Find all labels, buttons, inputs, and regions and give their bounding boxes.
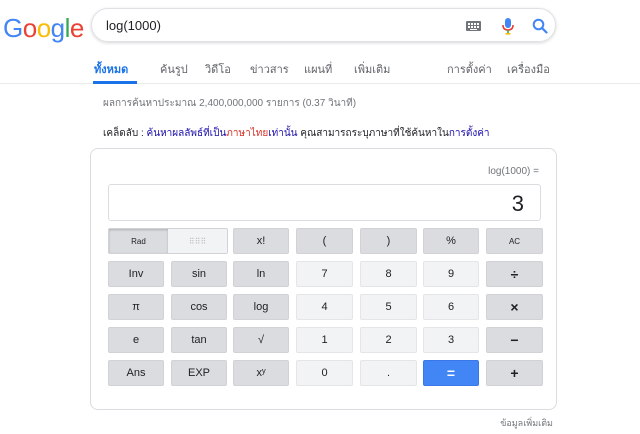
google-logo[interactable]: Google: [3, 13, 84, 44]
calc-display: 3: [108, 184, 541, 221]
tip-settings-link[interactable]: การตั้งค่า: [449, 128, 490, 139]
power-button[interactable]: xʸ: [233, 360, 289, 386]
tab-more[interactable]: เพิ่มเติม: [354, 60, 390, 78]
all-clear-button[interactable]: AC: [486, 228, 543, 254]
multiply-button[interactable]: ×: [486, 294, 543, 320]
tab-settings[interactable]: การตั้งค่า: [447, 60, 492, 78]
calc-expression: log(1000) =: [488, 166, 539, 177]
rparen-button[interactable]: ): [360, 228, 417, 254]
sin-button[interactable]: sin: [171, 261, 227, 287]
logo-letter: e: [69, 13, 84, 43]
search-input[interactable]: [106, 16, 466, 34]
digit-8-button[interactable]: 8: [360, 261, 417, 287]
decimal-button[interactable]: .: [360, 360, 417, 386]
e-button[interactable]: e: [108, 327, 164, 353]
language-tip: เคล็ดลับ : ค้นหาผลลัพธ์ที่เป็นภาษาไทยเท่…: [103, 126, 490, 141]
lparen-button[interactable]: (: [296, 228, 353, 254]
pi-button[interactable]: π: [108, 294, 164, 320]
equals-button[interactable]: =: [423, 360, 479, 386]
calc-result: 3: [511, 191, 524, 216]
tab-videos[interactable]: วิดีโอ: [205, 60, 231, 78]
digit-9-button[interactable]: 9: [423, 261, 479, 287]
logo-letter: o: [36, 13, 51, 43]
tip-link-lang[interactable]: ค้นหาผลลัพธ์ที่เป็นภาษาไทยเท่านั้น: [147, 128, 298, 139]
keyboard-icon[interactable]: [466, 21, 481, 31]
tip-link-text: ค้นหาผลลัพธ์ที่เป็น: [146, 128, 227, 139]
divide-button[interactable]: ÷: [486, 261, 543, 287]
calculator-card: log(1000) = 3 Rad ⠿⠿⠿ x! ( ) % AC Inv si…: [90, 148, 557, 410]
tip-lang: ภาษาไทย: [226, 128, 269, 139]
logo-letter: o: [22, 13, 37, 43]
ans-button[interactable]: Ans: [108, 360, 164, 386]
search-icon[interactable]: [532, 18, 548, 34]
more-info-link[interactable]: ข้อมูลเพิ่มเติม: [500, 416, 553, 430]
log-button[interactable]: log: [233, 294, 289, 320]
digit-3-button[interactable]: 3: [423, 327, 479, 353]
digit-4-button[interactable]: 4: [296, 294, 353, 320]
search-box[interactable]: [91, 8, 556, 42]
mic-icon[interactable]: [502, 18, 514, 35]
digit-1-button[interactable]: 1: [296, 327, 353, 353]
percent-button[interactable]: %: [423, 228, 479, 254]
minus-button[interactable]: −: [486, 327, 543, 353]
digit-6-button[interactable]: 6: [423, 294, 479, 320]
deg-button[interactable]: ⠿⠿⠿: [168, 229, 227, 253]
tab-images[interactable]: ค้นรูป: [160, 60, 188, 78]
rad-button[interactable]: Rad: [109, 229, 168, 253]
tab-maps[interactable]: แผนที่: [304, 60, 332, 78]
header: Google ทั้งหมด ค้นรูป วิดีโอ ข่าวสาร แผน…: [0, 0, 640, 84]
factorial-button[interactable]: x!: [233, 228, 289, 254]
tip-middle: คุณสามารถระบุภาษาที่ใช้ค้นหาใน: [297, 128, 449, 139]
search-tabs: ทั้งหมด ค้นรูป วิดีโอ ข่าวสาร แผนที่ เพิ…: [0, 56, 640, 84]
tab-all[interactable]: ทั้งหมด: [94, 60, 128, 78]
tan-button[interactable]: tan: [171, 327, 227, 353]
logo-letter: G: [3, 13, 23, 43]
digit-7-button[interactable]: 7: [296, 261, 353, 287]
digit-5-button[interactable]: 5: [360, 294, 417, 320]
digit-2-button[interactable]: 2: [360, 327, 417, 353]
logo-letter: g: [50, 13, 65, 43]
plus-button[interactable]: +: [486, 360, 543, 386]
sqrt-button[interactable]: √: [233, 327, 289, 353]
tab-tools[interactable]: เครื่องมือ: [507, 60, 550, 78]
angle-mode-toggle[interactable]: Rad ⠿⠿⠿: [108, 228, 228, 254]
cos-button[interactable]: cos: [171, 294, 227, 320]
inv-button[interactable]: Inv: [108, 261, 164, 287]
active-tab-indicator: [93, 81, 137, 84]
tip-prefix: เคล็ดลับ :: [103, 128, 144, 139]
tab-news[interactable]: ข่าวสาร: [250, 60, 289, 78]
ln-button[interactable]: ln: [233, 261, 289, 287]
tip-link-text-2: เท่านั้น: [268, 128, 298, 139]
result-stats: ผลการค้นหาประมาณ 2,400,000,000 รายการ (0…: [103, 98, 357, 109]
digit-0-button[interactable]: 0: [296, 360, 353, 386]
exp-button[interactable]: EXP: [171, 360, 227, 386]
